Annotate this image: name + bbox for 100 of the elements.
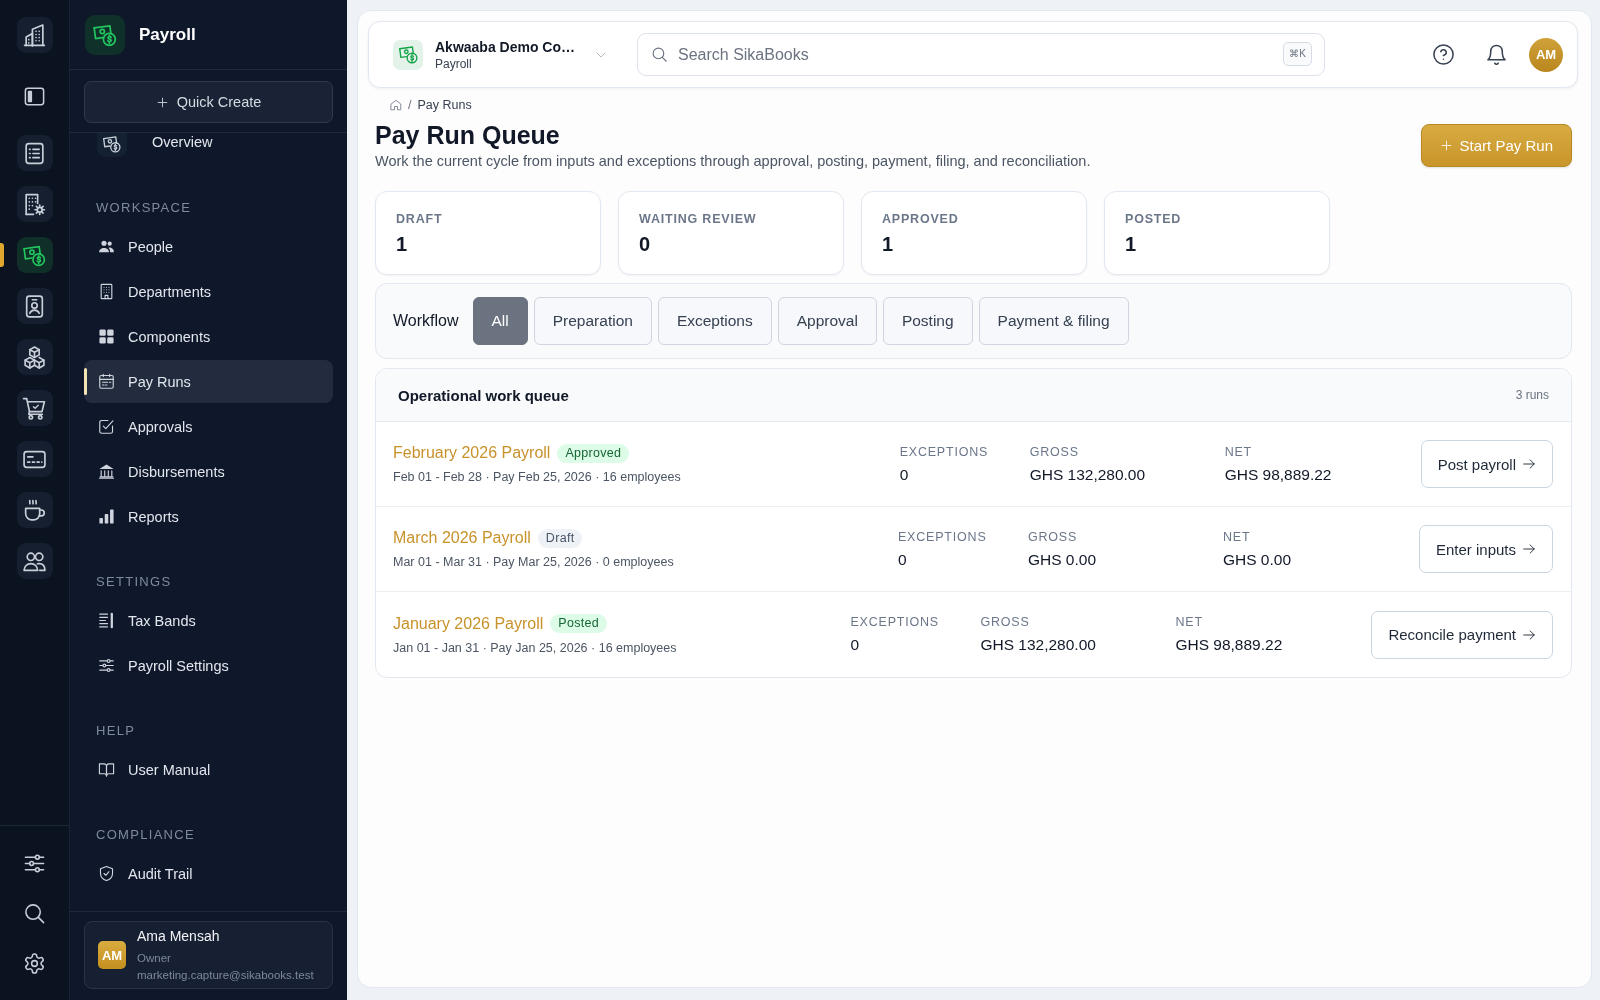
nav-item[interactable]: Overview — [84, 133, 333, 164]
stat-label: WAITING REVIEW — [639, 211, 758, 227]
shortcut-key: ⌘K — [1283, 42, 1312, 66]
bell-icon[interactable] — [1484, 43, 1508, 66]
nav-item[interactable]: Pay Runs — [84, 360, 333, 403]
pay-run-details: Mar 01 - Mar 31 · Pay Mar 25, 2026 · 0 employees — [393, 554, 674, 571]
action-button[interactable]: Reconcile payment — [1371, 610, 1553, 659]
pay-run-details: Feb 01 - Feb 28 · Pay Feb 25, 2026 · 16 employees — [393, 469, 681, 486]
metric-value: 0 — [897, 549, 908, 570]
nav-item[interactable]: Approvals — [84, 405, 333, 448]
metric-label: GROSS — [1029, 443, 1080, 460]
sliders-icon — [98, 657, 115, 674]
search-icon — [651, 46, 668, 63]
action-button[interactable]: Enter inputs — [1418, 525, 1553, 573]
metric-value: GHS 0.00 — [1027, 549, 1097, 570]
filter-tab[interactable]: All — [472, 297, 528, 345]
nav-item[interactable]: Components — [84, 315, 333, 358]
metric-label: GROSS — [980, 614, 1031, 630]
nav-item[interactable]: Disbursements — [84, 450, 333, 493]
search-icon[interactable] — [23, 901, 46, 925]
bank-icon — [98, 463, 115, 480]
module-title: Payroll — [139, 24, 196, 45]
shopping-cart-icon[interactable] — [16, 390, 53, 426]
building-icon[interactable] — [16, 17, 53, 53]
people-icon — [98, 238, 115, 255]
filter-tab[interactable]: Payment & filing — [978, 297, 1129, 345]
metric-value: GHS 98,889.22 — [1175, 635, 1284, 655]
filter-tab[interactable]: Exceptions — [657, 297, 772, 345]
active-indicator — [0, 243, 4, 267]
section-heading: HELP — [95, 723, 137, 739]
metric-label: EXCEPTIONS — [850, 614, 940, 630]
status-badge: Draft — [537, 528, 583, 548]
section-heading: COMPLIANCE — [95, 827, 196, 843]
quick-create-button[interactable]: Quick Create — [84, 81, 333, 123]
user-email: marketing.capture@sikabooks.test — [137, 968, 314, 983]
shield-check-icon — [98, 865, 115, 882]
stat-label: APPROVED — [882, 211, 960, 227]
book-icon — [98, 761, 115, 778]
bar-chart-icon — [98, 508, 115, 525]
arrow-right-icon — [1522, 627, 1536, 642]
help-icon[interactable] — [1431, 43, 1455, 66]
users-icon[interactable] — [16, 543, 53, 579]
stat-value: 1 — [1125, 232, 1138, 257]
metric-value: 0 — [850, 635, 861, 655]
stat-label: POSTED — [1125, 211, 1183, 227]
cash-icon — [393, 39, 423, 70]
id-badge-icon[interactable] — [16, 288, 53, 324]
filter-tab[interactable]: Preparation — [533, 297, 652, 345]
status-badge: Posted — [550, 614, 608, 633]
user-avatar: AM — [98, 941, 126, 969]
nav-item[interactable]: Payroll Settings — [84, 644, 333, 687]
building-gear-icon[interactable] — [16, 186, 53, 222]
cubes-icon[interactable] — [16, 339, 53, 375]
metric-value: GHS 132,280.00 — [980, 635, 1097, 655]
breadcrumb-separator: / — [408, 98, 412, 112]
metric-value: GHS 98,889.22 — [1224, 464, 1333, 485]
nav-item[interactable]: Audit Trail — [84, 852, 333, 895]
arrow-right-icon — [1522, 457, 1536, 471]
user-card[interactable]: AM Ama Mensah Owner marketing.capture@sikabooks.test — [84, 921, 333, 989]
nav-item[interactable]: People — [84, 225, 333, 268]
metric-label: EXCEPTIONS — [897, 528, 988, 545]
cash-icon — [85, 14, 125, 55]
grid-icon — [98, 328, 115, 345]
metric-value: GHS 0.00 — [1222, 549, 1292, 570]
action-button[interactable]: Post payroll — [1420, 440, 1553, 488]
metric-label: EXCEPTIONS — [899, 443, 990, 460]
nav-item[interactable]: Tax Bands — [84, 599, 333, 642]
cash-icon[interactable] — [16, 237, 53, 273]
nav-item[interactable]: User Manual — [84, 748, 333, 791]
queue-title: Operational work queue — [398, 386, 569, 404]
settings-icon[interactable] — [23, 951, 46, 975]
company-name[interactable]: Akwaaba Demo Co… — [435, 37, 587, 56]
metric-label: NET — [1222, 528, 1252, 545]
metric-label: GROSS — [1027, 528, 1079, 545]
filter-tab[interactable]: Approval — [777, 297, 877, 345]
metric-label: NET — [1224, 443, 1254, 460]
workflow-label: Workflow — [393, 312, 459, 330]
breadcrumb-current: Pay Runs — [417, 98, 472, 112]
section-heading: WORKSPACE — [95, 200, 193, 216]
user-name: Ama Mensah — [137, 927, 221, 945]
arrow-right-icon — [1522, 542, 1536, 556]
nav-item[interactable]: Reports — [84, 495, 333, 538]
filter-tab[interactable]: Posting — [882, 297, 973, 345]
metric-value: 0 — [899, 464, 910, 485]
nav-item[interactable]: Departments — [84, 270, 333, 313]
metric-label: NET — [1175, 614, 1204, 630]
plus-icon — [1439, 139, 1453, 152]
home-icon[interactable] — [390, 99, 402, 111]
stat-value: 1 — [882, 232, 895, 257]
run-count: 3 runs — [1515, 388, 1549, 402]
metric-value: GHS 132,280.00 — [1029, 464, 1147, 485]
plus-icon — [155, 95, 169, 109]
status-badge: Approved — [557, 443, 630, 463]
section-heading: SETTINGS — [95, 574, 173, 590]
page-title: Pay Run Queue — [375, 120, 561, 150]
document-list-icon[interactable] — [16, 135, 53, 171]
active-indicator — [84, 368, 87, 395]
card-icon[interactable] — [16, 441, 53, 477]
stat-label: DRAFT — [396, 211, 444, 227]
coffee-cup-icon[interactable] — [16, 492, 53, 528]
